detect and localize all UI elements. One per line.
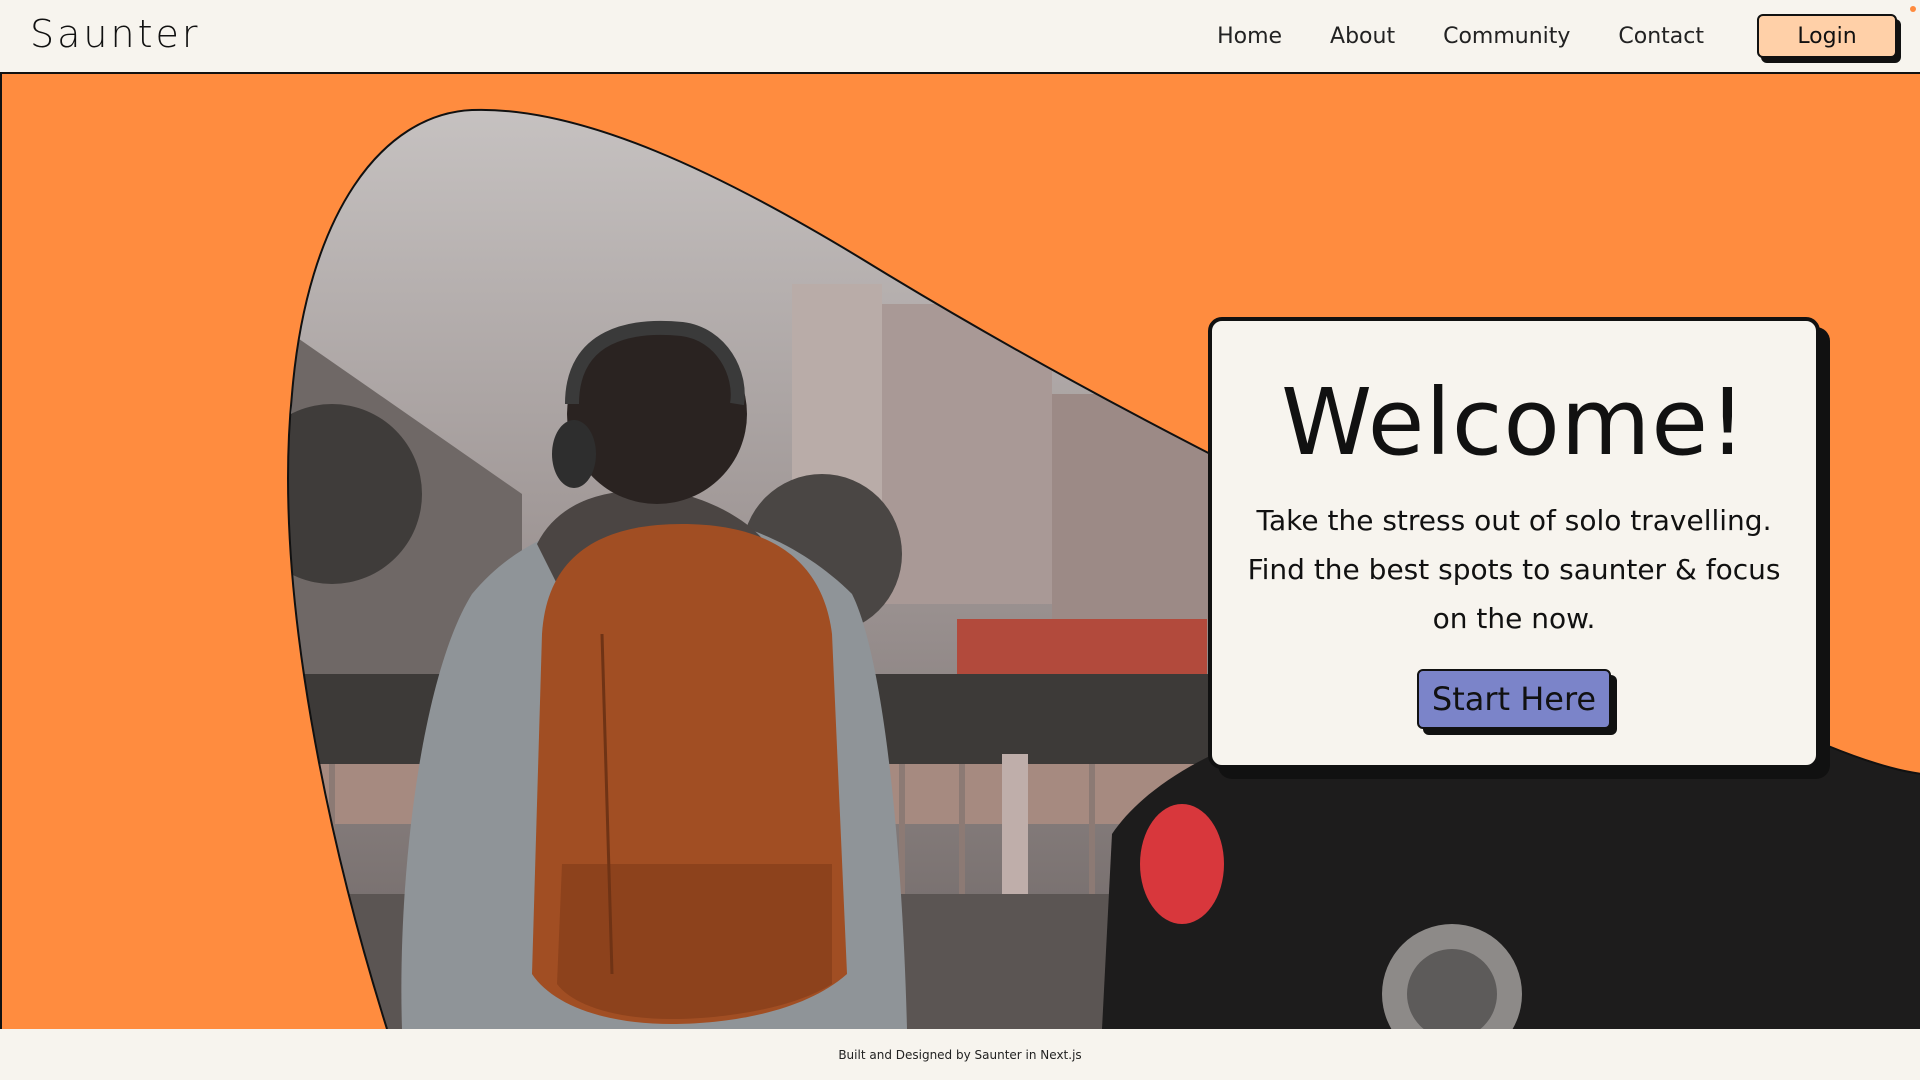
nav-community-link[interactable]: Community <box>1443 24 1570 49</box>
main-nav: Home About Community Contact <box>1217 24 1704 49</box>
nav-home-link[interactable]: Home <box>1217 24 1282 49</box>
welcome-text: Take the stress out of solo travelling. … <box>1247 504 1781 635</box>
site-header: Saunter Home About Community Contact Log… <box>0 0 1920 74</box>
notification-dot <box>1910 6 1916 12</box>
logo[interactable]: Saunter <box>30 12 200 56</box>
welcome-title: Welcome! <box>1281 369 1747 476</box>
login-button[interactable]: Login <box>1757 14 1897 58</box>
site-footer: Built and Designed by Saunter in Next.js <box>0 1029 1920 1080</box>
nav-contact-link[interactable]: Contact <box>1618 24 1704 49</box>
nav-about-link[interactable]: About <box>1330 24 1395 49</box>
footer-credit: Built and Designed by Saunter in Next.js <box>838 1047 1082 1062</box>
start-here-button[interactable]: Start Here <box>1417 669 1611 729</box>
welcome-card: Welcome! Take the stress out of solo tra… <box>1208 317 1820 769</box>
hero-section: Welcome! Take the stress out of solo tra… <box>0 74 1920 1029</box>
